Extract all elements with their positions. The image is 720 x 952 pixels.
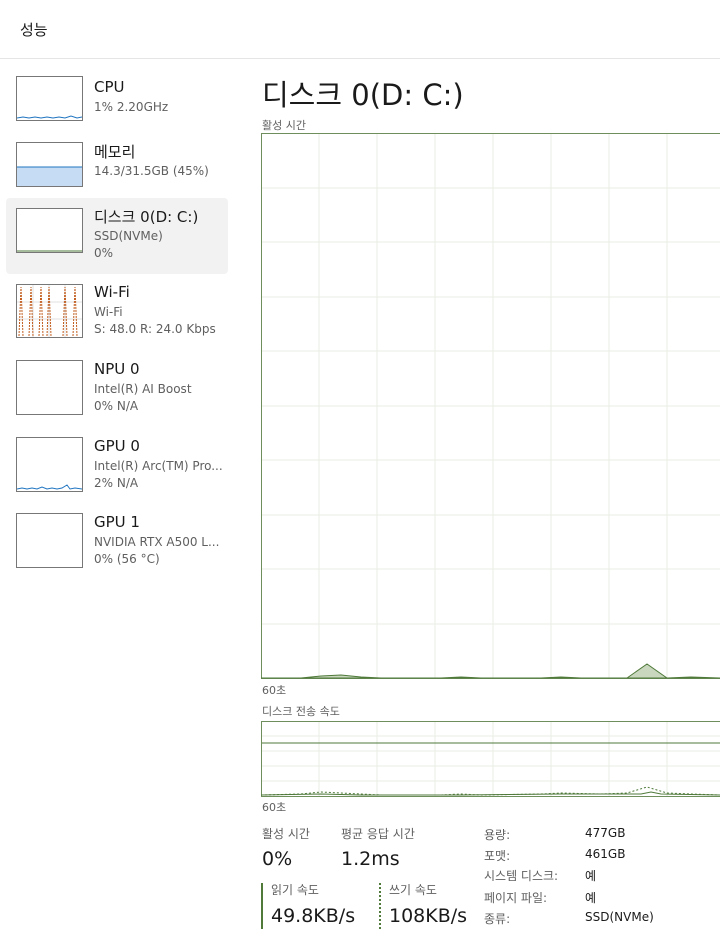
read-speed-legend-line [261, 883, 263, 929]
sidebar-item-detail: Intel(R) AI Boost [94, 382, 192, 396]
page-header: 성능 [0, 0, 720, 59]
write-speed-label: 쓰기 속도 [389, 883, 437, 897]
sidebar-item-usage: 0% N/A [94, 399, 139, 413]
sidebar: CPU 1% 2.20GHz 메모리 14.3/31.5GB (45%) 디스크… [0, 59, 240, 952]
type-label: 종류: [484, 912, 511, 926]
activity-chart-label: 활성 시간 [262, 119, 306, 132]
activity-time-chart [261, 133, 720, 679]
transfer-chart-label: 디스크 전송 속도 [262, 705, 340, 718]
sidebar-item-disk[interactable]: 디스크 0(D: C:) SSD(NVMe) 0% [6, 198, 228, 274]
sidebar-item-detail: Intel(R) Arc(TM) Pro... [94, 459, 223, 473]
activity-chart-time-label: 60초 [262, 684, 287, 697]
sidebar-item-detail: NVIDIA RTX A500 L... [94, 535, 220, 549]
format-label: 포맷: [484, 849, 511, 863]
sidebar-item-gpu-1[interactable]: GPU 1 NVIDIA RTX A500 L... 0% (56 °C) [6, 508, 228, 584]
read-speed-label: 읽기 속도 [271, 883, 319, 897]
sidebar-item-name: GPU 1 [94, 513, 140, 531]
read-speed-value: 49.8KB/s [271, 905, 356, 927]
sidebar-item-npu[interactable]: NPU 0 Intel(R) AI Boost 0% N/A [6, 354, 228, 430]
page-file-label: 페이지 파일: [484, 891, 548, 905]
memory-thumbnail-graph [16, 142, 83, 187]
capacity-label: 용량: [484, 828, 511, 842]
sidebar-item-detail: SSD(NVMe) [94, 229, 163, 243]
disk-title: 디스크 0(D: C:) [262, 78, 464, 112]
page-file-value: 예 [585, 891, 597, 905]
sidebar-item-wifi[interactable]: Wi-Fi Wi-Fi S: 48.0 R: 24.0 Kbps [6, 277, 228, 353]
sidebar-item-usage: 0% (56 °C) [94, 552, 160, 566]
sidebar-item-name: CPU [94, 78, 125, 96]
type-value: SSD(NVMe) [585, 910, 654, 924]
system-disk-label: 시스템 디스크: [484, 869, 559, 883]
write-speed-legend-line [379, 883, 381, 929]
wifi-thumbnail-graph [16, 284, 83, 338]
disk-thumbnail-graph [16, 208, 83, 253]
sidebar-item-gpu-0[interactable]: GPU 0 Intel(R) Arc(TM) Pro... 2% N/A [6, 431, 228, 507]
gpu-0-thumbnail-graph [16, 437, 83, 492]
task-manager-performance-window: 성능 CPU 1% 2.20GHz 메모리 14.3/31.5GB (45%) [0, 0, 720, 952]
sidebar-item-throughput: S: 48.0 R: 24.0 Kbps [94, 322, 216, 336]
active-time-label: 활성 시간 [262, 827, 310, 841]
main-panel: 디스크 0(D: C:) 활성 시간 60초 디스크 전송 속도 60초 활성 … [240, 59, 720, 952]
sidebar-item-name: NPU 0 [94, 360, 140, 378]
page-title: 성능 [20, 21, 48, 39]
capacity-value: 477GB [585, 826, 626, 840]
sidebar-item-usage: 2% N/A [94, 476, 139, 490]
sidebar-item-name: Wi-Fi [94, 283, 130, 301]
npu-thumbnail-graph [16, 360, 83, 415]
transfer-chart-time-label: 60초 [262, 801, 287, 814]
sidebar-item-name: GPU 0 [94, 437, 140, 455]
sidebar-item-usage: 0% [94, 246, 114, 260]
system-disk-value: 예 [585, 869, 597, 883]
sidebar-item-name: 디스크 0(D: C:) [94, 208, 199, 226]
sidebar-item-detail: Wi-Fi [94, 305, 123, 319]
format-value: 461GB [585, 847, 626, 861]
sidebar-item-detail: 1% 2.20GHz [94, 100, 169, 114]
active-time-value: 0% [262, 848, 293, 870]
cpu-thumbnail-graph [16, 76, 83, 121]
avg-response-value: 1.2ms [341, 848, 400, 870]
gpu-1-thumbnail-graph [16, 513, 83, 568]
write-speed-value: 108KB/s [389, 905, 468, 927]
sidebar-item-detail: 14.3/31.5GB (45%) [94, 164, 209, 178]
sidebar-item-name: 메모리 [94, 143, 136, 161]
sidebar-item-cpu[interactable]: CPU 1% 2.20GHz [6, 71, 228, 147]
avg-response-label: 평균 응답 시간 [341, 827, 415, 841]
transfer-rate-chart [261, 721, 720, 797]
